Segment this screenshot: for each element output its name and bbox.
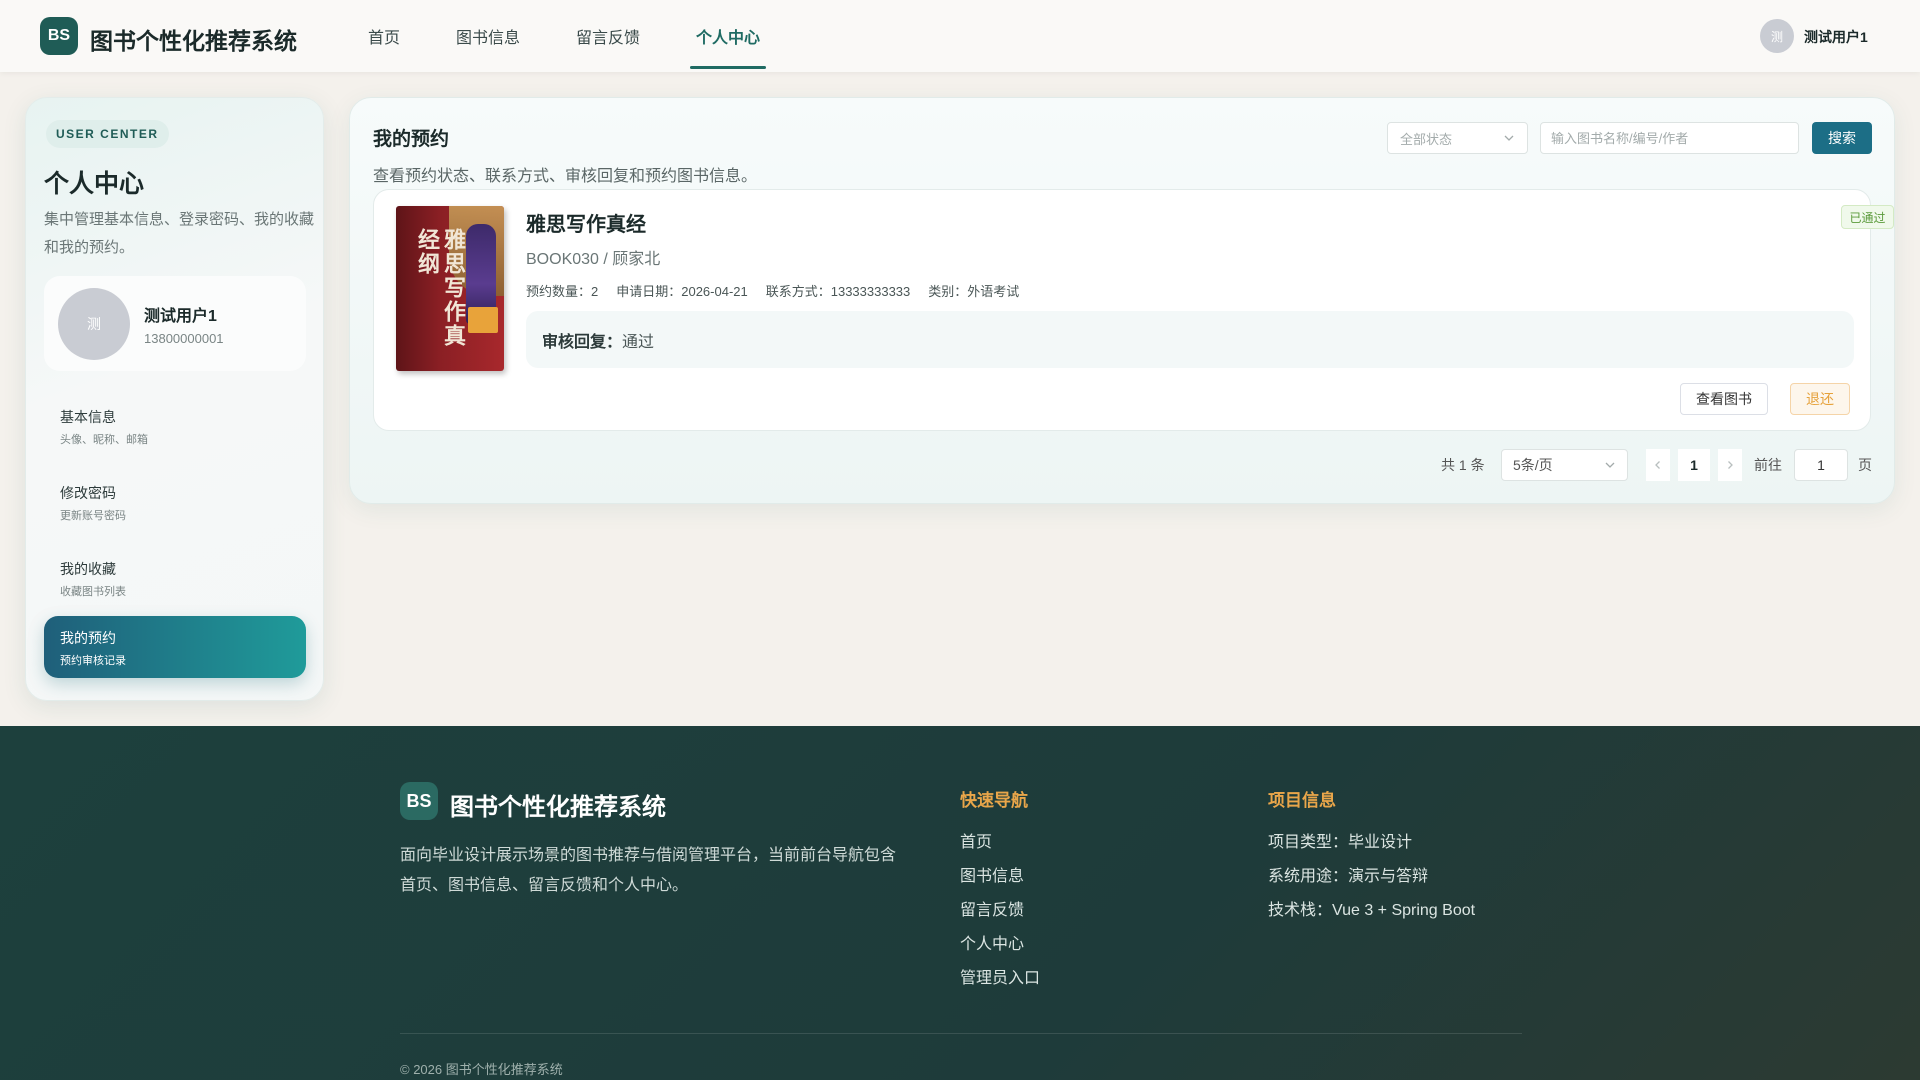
site-footer: BS 图书个性化推荐系统 面向毕业设计展示场景的图书推荐与借阅管理平台，当前前台…: [0, 726, 1920, 1080]
chevron-down-icon: [1504, 135, 1514, 141]
page-description: 查看预约状态、联系方式、审核回复和预约图书信息。: [373, 168, 758, 185]
menu-item-title: 修改密码: [60, 485, 116, 501]
footer-divider: [400, 1033, 1522, 1034]
nav-books[interactable]: 图书信息: [438, 0, 538, 72]
reservation-category: 类别：外语考试: [928, 284, 1020, 299]
sidebar-item-favorites[interactable]: 我的收藏 收藏图书列表: [44, 547, 306, 609]
page-suffix-label: 页: [1858, 457, 1872, 473]
user-center-sidebar: USER CENTER 个人中心 集中管理基本信息、登录密码、我的收藏和我的预约…: [25, 97, 324, 701]
goto-page-input[interactable]: [1794, 449, 1848, 481]
footer-link-home[interactable]: 首页: [960, 828, 992, 852]
review-reply-value: 通过: [622, 333, 655, 351]
page-size-value: 5条/页: [1513, 457, 1553, 473]
search-button[interactable]: 搜索: [1812, 122, 1872, 154]
top-header: BS 图书个性化推荐系统 首页 图书信息 留言反馈 个人中心 测 测试用户1: [0, 0, 1920, 72]
sidebar-item-change-password[interactable]: 修改密码 更新账号密码: [44, 471, 306, 533]
return-button[interactable]: 退还: [1790, 383, 1850, 415]
project-tech-stack: 技术栈：Vue 3 + Spring Boot: [1268, 902, 1476, 919]
page-title: 我的预约: [373, 129, 450, 150]
goto-label: 前往: [1754, 457, 1782, 473]
menu-item-title: 我的预约: [60, 630, 116, 646]
logo-badge[interactable]: BS: [40, 17, 78, 55]
cover-badge-shape: [468, 307, 498, 333]
app-title[interactable]: 图书个性化推荐系统: [90, 22, 297, 56]
user-center-tag: USER CENTER: [46, 120, 169, 148]
user-avatar[interactable]: 测: [1760, 19, 1794, 53]
pagination-total: 共 1 条: [1441, 457, 1485, 473]
main-nav: 首页 图书信息 留言反馈 个人中心: [350, 0, 798, 72]
sidebar-description: 集中管理基本信息、登录密码、我的收藏和我的预约。: [44, 211, 315, 256]
review-reply-box: 审核回复： 通过: [526, 311, 1854, 368]
profile-card: 测 测试用户1 13800000001: [44, 276, 306, 371]
reservation-card: 雅思写作真经纲 雅思写作真经 BOOK030 / 顾家北 预约数量：2 申请日期…: [373, 189, 1894, 431]
menu-item-subtitle: 头像、昵称、邮箱: [60, 434, 148, 446]
project-info-title: 项目信息: [1268, 791, 1336, 810]
menu-item-title: 我的收藏: [60, 561, 116, 577]
search-input[interactable]: [1540, 122, 1799, 154]
page-size-select[interactable]: 5条/页: [1501, 449, 1628, 481]
sidebar-item-basic-info[interactable]: 基本信息 头像、昵称、邮箱: [44, 395, 306, 457]
reservation-contact: 联系方式：13333333333: [765, 284, 911, 299]
footer-link-feedback[interactable]: 留言反馈: [960, 896, 1024, 920]
nav-home[interactable]: 首页: [350, 0, 418, 72]
menu-item-subtitle: 更新账号密码: [60, 510, 126, 522]
project-purpose: 系统用途：演示与答辩: [1268, 868, 1429, 885]
menu-item-subtitle: 收藏图书列表: [60, 586, 126, 598]
cover-title-text: 雅思写作真经纲: [414, 228, 466, 348]
footer-link-admin[interactable]: 管理员入口: [960, 964, 1040, 988]
footer-title: 图书个性化推荐系统: [450, 794, 666, 821]
profile-avatar: 测: [58, 288, 130, 360]
quick-nav-title: 快速导航: [960, 791, 1028, 810]
chevron-down-icon: [1605, 462, 1615, 468]
sidebar-title: 个人中心: [44, 170, 145, 198]
reservation-apply-date: 申请日期：2026-04-21: [616, 284, 748, 299]
footer-link-user-center[interactable]: 个人中心: [960, 930, 1024, 954]
book-cover-image[interactable]: 雅思写作真经纲: [396, 206, 504, 371]
reservation-details: 预约数量：2 申请日期：2026-04-21 联系方式：13333333333 …: [526, 281, 1019, 300]
status-filter-select[interactable]: 全部状态: [1387, 122, 1528, 154]
nav-user-center[interactable]: 个人中心: [678, 0, 778, 72]
profile-phone: 13800000001: [144, 331, 224, 346]
chevron-left-icon: [1655, 461, 1660, 469]
reservation-quantity: 预约数量：2: [526, 284, 599, 299]
book-title[interactable]: 雅思写作真经: [526, 208, 646, 237]
view-book-button[interactable]: 查看图书: [1680, 383, 1768, 415]
next-page-button[interactable]: [1718, 449, 1742, 481]
review-reply-label: 审核回复：: [542, 333, 623, 351]
menu-item-subtitle: 预约审核记录: [60, 655, 126, 667]
status-filter-value: 全部状态: [1400, 131, 1453, 147]
chevron-right-icon: [1728, 461, 1733, 469]
profile-name: 测试用户1: [144, 308, 217, 325]
prev-page-button[interactable]: [1646, 449, 1670, 481]
reservations-panel: 我的预约 查看预约状态、联系方式、审核回复和预约图书信息。 全部状态 搜索 雅思…: [349, 97, 1895, 504]
footer-copyright: © 2026 图书个性化推荐系统: [400, 1062, 563, 1077]
user-name[interactable]: 测试用户1: [1804, 27, 1868, 47]
project-type: 项目类型：毕业设计: [1268, 834, 1413, 851]
footer-logo-badge: BS: [400, 782, 438, 820]
sidebar-item-reservations[interactable]: 我的预约 预约审核记录: [44, 616, 306, 678]
footer-link-books[interactable]: 图书信息: [960, 862, 1024, 886]
book-code-author: BOOK030 / 顾家北: [526, 251, 661, 268]
nav-feedback[interactable]: 留言反馈: [558, 0, 658, 72]
status-badge: 已通过: [1841, 205, 1894, 229]
menu-item-title: 基本信息: [60, 409, 116, 425]
footer-description: 面向毕业设计展示场景的图书推荐与借阅管理平台，当前前台导航包含首页、图书信息、留…: [400, 847, 897, 894]
page-number-current[interactable]: 1: [1678, 449, 1710, 481]
